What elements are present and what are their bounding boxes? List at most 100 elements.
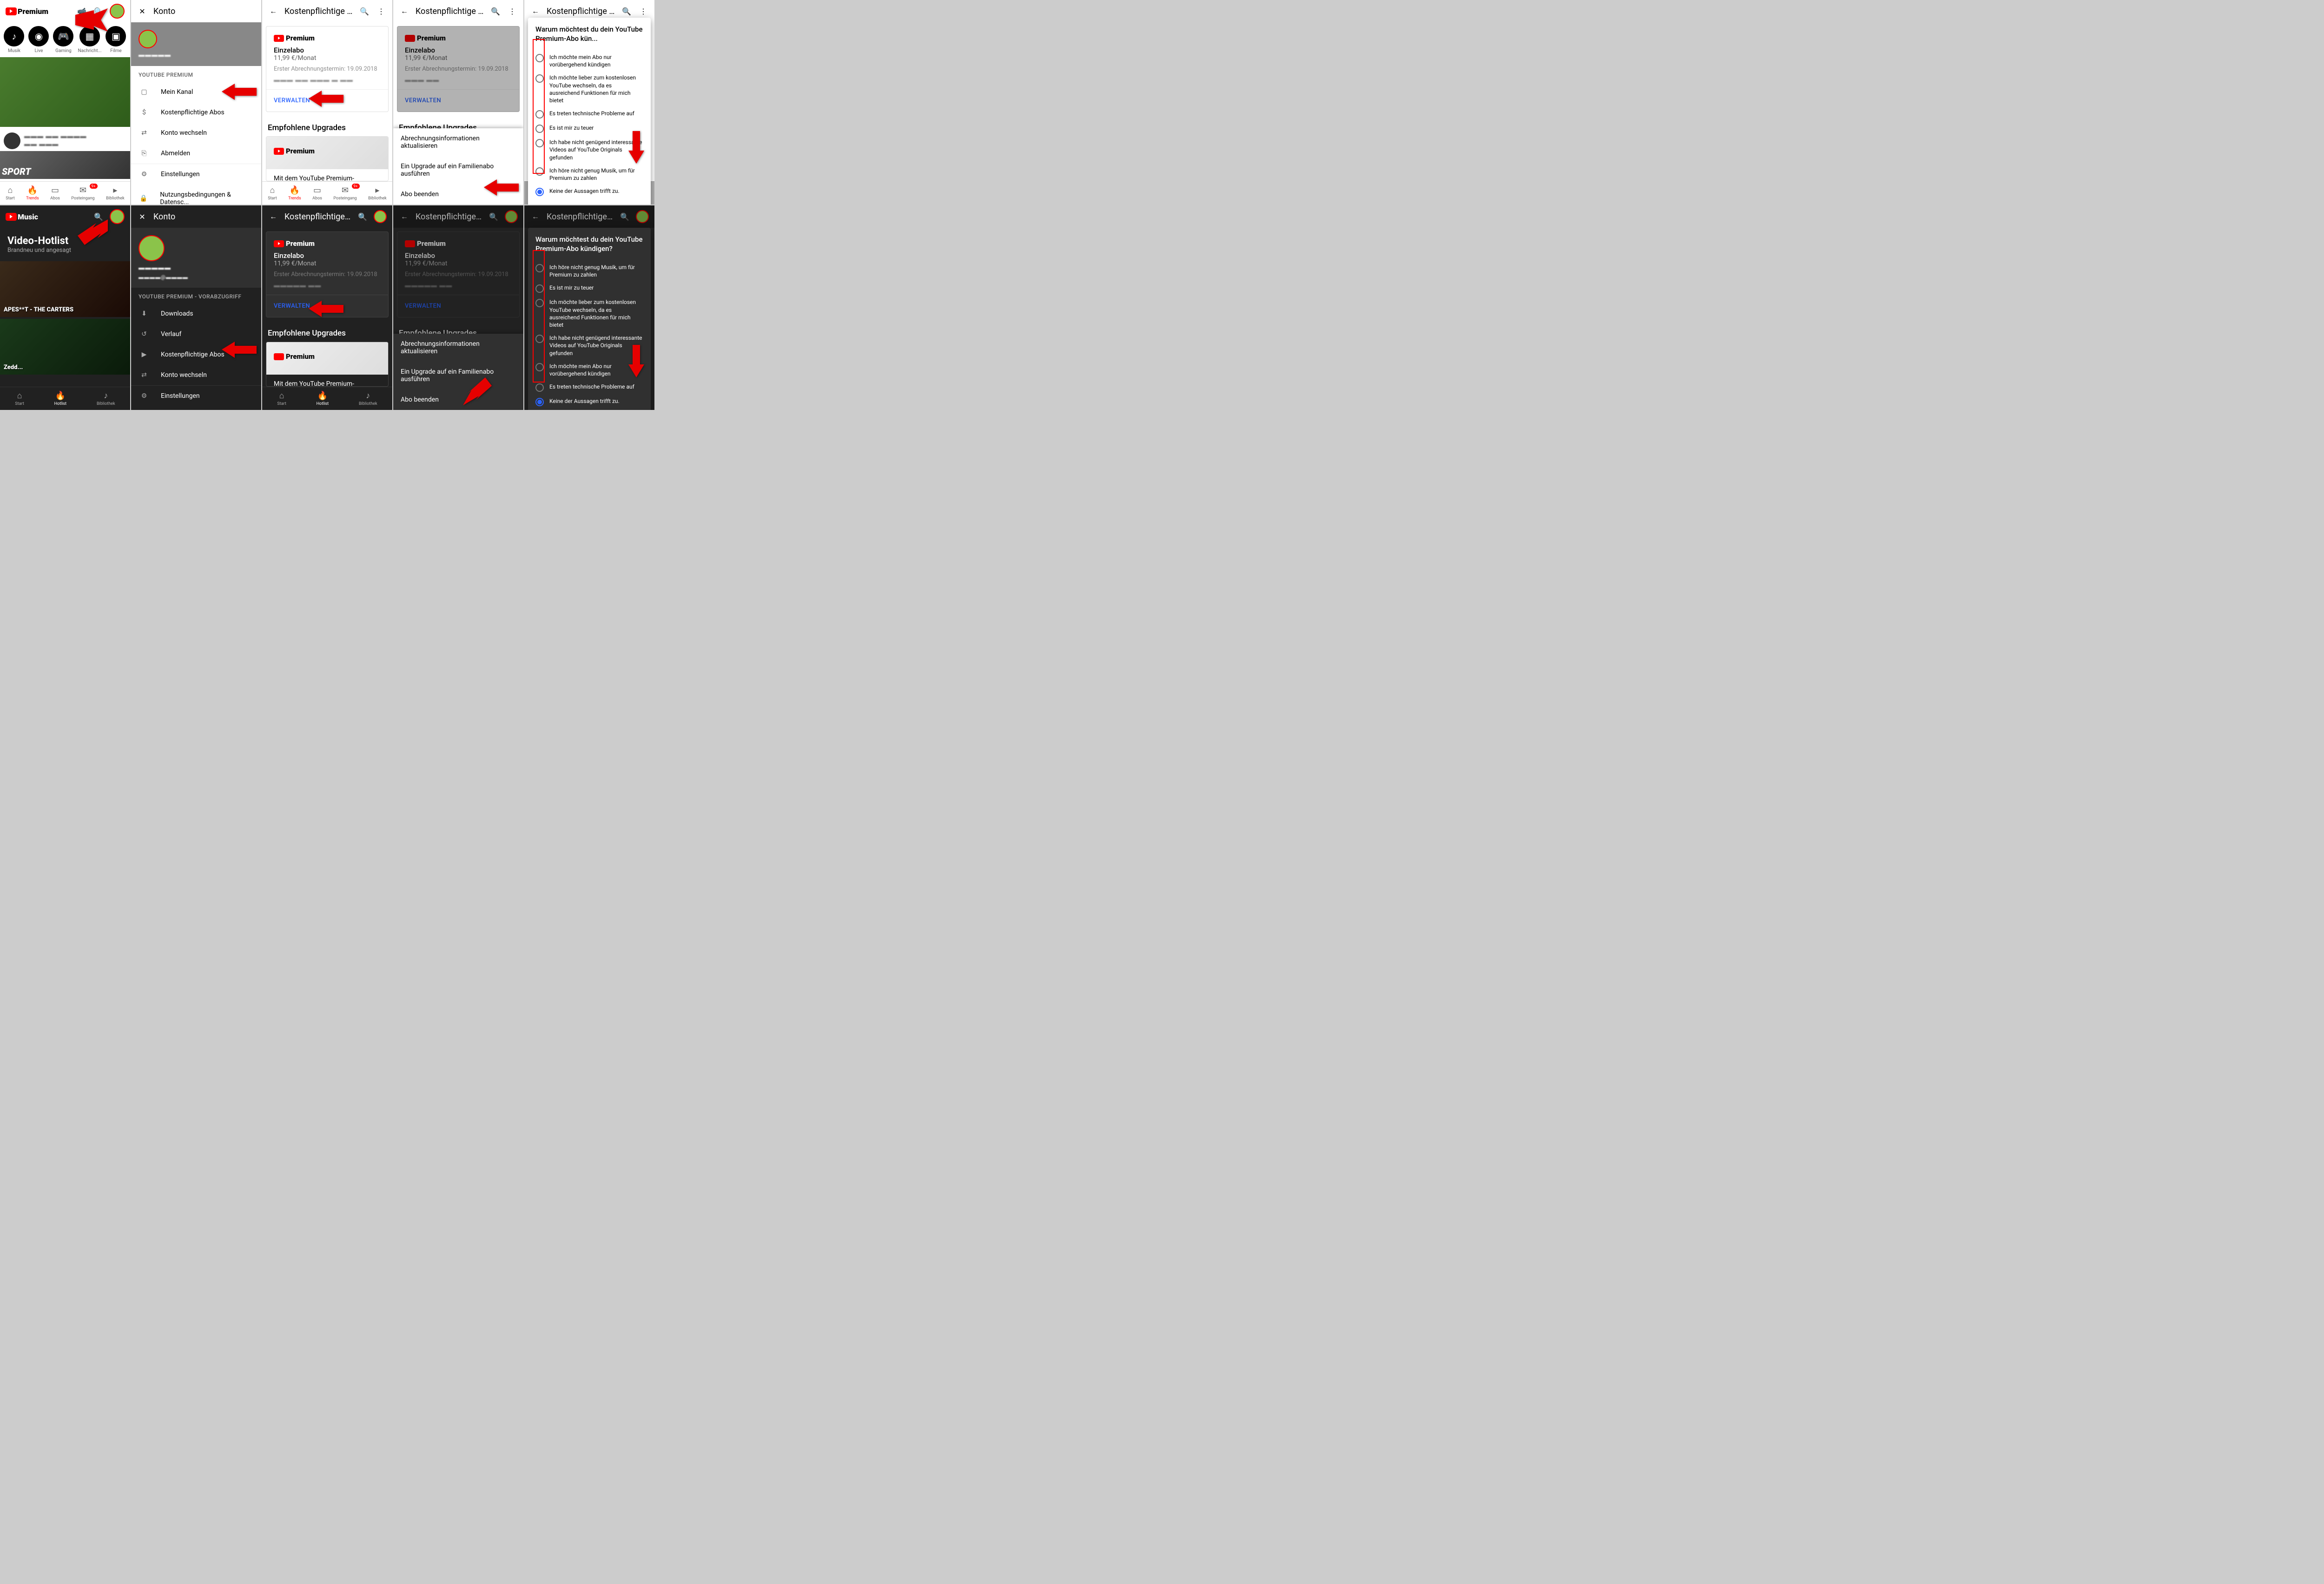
manage-button[interactable]: VERWALTEN <box>274 303 381 310</box>
nav-hotlist[interactable]: 🔥Hotlist <box>54 391 66 406</box>
search-icon[interactable]: 🔍 <box>359 6 370 17</box>
radio-icon[interactable] <box>535 167 544 176</box>
radio-icon[interactable] <box>535 188 544 196</box>
menu-item[interactable]: ⬇Downloads <box>131 304 261 324</box>
close-icon[interactable]: ✕ <box>137 211 148 222</box>
page-title: Konto <box>153 212 256 222</box>
radio-icon[interactable] <box>535 110 544 119</box>
search-icon[interactable]: 🔍 <box>357 211 368 222</box>
chip-gaming[interactable]: 🎮Gaming <box>53 26 73 53</box>
nav-trends[interactable]: 🔥Trends <box>288 185 301 201</box>
feed[interactable]: ▬▬▬ ▬▬ ▬▬▬▬▬▬ ▬▬▬ SPORT <box>0 57 130 181</box>
menu-item[interactable]: ▶Kostenpflichtige Abos <box>131 344 261 365</box>
popup-item[interactable]: Ein Upgrade auf ein Familienabo ausführe… <box>393 156 523 184</box>
radio-option[interactable]: Es ist mir zu teuer <box>535 281 643 296</box>
menu-item[interactable]: $Kostenpflichtige Abos <box>131 102 261 123</box>
menu-item[interactable]: ⇄Konto wechseln <box>131 365 261 385</box>
radio-option[interactable]: Ich möchte mein Abo nur vorübergehend kü… <box>535 360 643 380</box>
account-header[interactable]: ▬▬▬▬▬ ▬▬▬▬@▬▬▬▬ <box>131 228 261 288</box>
video-thumb[interactable]: Zedd... <box>0 319 130 375</box>
radio-option[interactable]: Ich möchte lieber zum kostenlosen YouTub… <box>535 71 643 107</box>
nav-hotlist[interactable]: 🔥Hotlist <box>317 391 329 406</box>
menu-item[interactable]: ⇄Konto wechseln <box>131 123 261 143</box>
nav-bibliothek[interactable]: ▸Bibliothek <box>106 185 125 201</box>
ytmusic-logo[interactable]: Music <box>6 212 38 221</box>
radio-icon[interactable] <box>535 335 544 343</box>
avatar[interactable] <box>110 4 125 19</box>
radio-icon[interactable] <box>535 264 544 272</box>
avatar[interactable] <box>139 30 157 48</box>
upgrade-card[interactable]: Premium Mit dem YouTube Premium-Familien… <box>266 136 389 181</box>
radio-option[interactable]: Keine der Aussagen trifft zu. <box>535 185 643 199</box>
avatar[interactable] <box>139 235 165 261</box>
video-thumb[interactable] <box>0 57 130 127</box>
popup-item[interactable]: Ein Upgrade auf ein Familienabo ausführe… <box>393 362 523 389</box>
menu-item[interactable]: ▢Mein Kanal <box>131 82 261 102</box>
chip-live[interactable]: ◉Live <box>28 26 49 53</box>
popup-item[interactable]: Abrechnungsinformationen aktualisieren <box>393 334 523 362</box>
nav-bibliothek[interactable]: ♪Bibliothek <box>359 391 377 406</box>
nav-bibliothek[interactable]: ▸Bibliothek <box>368 185 387 201</box>
video-thumb[interactable]: APES**T - THE CARTERS <box>0 261 130 317</box>
search-icon[interactable]: 🔍 <box>490 6 501 17</box>
menu-item[interactable]: ↺Verlauf <box>131 324 261 344</box>
search-icon[interactable]: 🔍 <box>93 211 104 222</box>
popup-item[interactable]: Abo beenden <box>393 184 523 205</box>
nav-posteingang[interactable]: ✉Posteingang9+ <box>71 185 94 201</box>
account-header[interactable]: ▬▬▬▬▬ <box>131 22 261 66</box>
radio-option[interactable]: Ich habe nicht genügend interessante Vid… <box>535 331 643 360</box>
radio-option[interactable]: Keine der Aussagen trifft zu. <box>535 395 643 409</box>
back-icon[interactable]: ← <box>268 211 279 222</box>
radio-icon[interactable] <box>535 398 544 406</box>
close-icon[interactable]: ✕ <box>137 6 148 17</box>
nav-start[interactable]: ⌂Start <box>6 185 14 201</box>
radio-icon[interactable] <box>535 125 544 133</box>
radio-icon[interactable] <box>535 139 544 147</box>
youtube-logo[interactable]: Premium <box>6 7 48 16</box>
menu-item[interactable]: ?Hilfe & Feedback <box>131 406 261 410</box>
nav-bibliothek[interactable]: ♪Bibliothek <box>97 391 115 406</box>
cast-icon[interactable]: 📹 <box>76 6 87 17</box>
radio-icon[interactable] <box>535 363 544 371</box>
radio-icon[interactable] <box>535 299 544 307</box>
chip-musik[interactable]: ♪Musik <box>4 26 24 53</box>
avatar[interactable] <box>374 210 387 223</box>
back-icon[interactable]: ← <box>399 6 410 17</box>
radio-option[interactable]: Ich möchte mein Abo nur vorübergehend kü… <box>535 51 643 71</box>
menu-item[interactable]: 🔒Nutzungsbedingungen & Datensc... <box>131 185 261 205</box>
radio-option[interactable]: Ich höre nicht genug Musik, um für Premi… <box>535 164 643 185</box>
nav-abos[interactable]: ▭Abos <box>50 185 60 201</box>
avatar[interactable] <box>110 209 125 224</box>
channel-avatar[interactable] <box>4 132 20 149</box>
manage-button[interactable]: VERWALTEN <box>274 97 381 104</box>
popup-item[interactable]: Abrechnungsinformationen aktualisieren <box>393 128 523 156</box>
menu-item[interactable]: ⎘Abmelden <box>131 143 261 164</box>
search-icon[interactable]: 🔍 <box>93 6 104 17</box>
more-icon[interactable]: ⋮ <box>507 6 518 17</box>
radio-icon[interactable] <box>535 383 544 392</box>
video-thumb[interactable]: SPORT <box>0 151 130 179</box>
menu-item[interactable]: ⚙Einstellungen <box>131 386 261 406</box>
upgrade-card[interactable]: Premium Mit dem YouTube Premium-Familien… <box>266 342 389 387</box>
more-icon[interactable]: ⋮ <box>376 6 387 17</box>
nav-start[interactable]: ⌂Start <box>268 185 277 201</box>
chip-filme[interactable]: ▣Filme <box>106 26 126 53</box>
nav-start[interactable]: ⌂Start <box>15 391 24 406</box>
radio-option[interactable]: Ich habe nicht genügend interessante Vid… <box>535 136 643 164</box>
chip-nachricht...[interactable]: ▦Nachricht... <box>78 26 101 53</box>
radio-icon[interactable] <box>535 54 544 62</box>
nav-posteingang[interactable]: ✉Posteingang9+ <box>333 185 357 201</box>
radio-option[interactable]: Ich möchte lieber zum kostenlosen YouTub… <box>535 296 643 331</box>
radio-icon[interactable] <box>535 284 544 293</box>
radio-option[interactable]: Es treten technische Probleme auf <box>535 380 643 395</box>
popup-item[interactable]: Abo beenden <box>393 389 523 410</box>
radio-icon[interactable] <box>535 74 544 83</box>
menu-item[interactable]: ⚙Einstellungen <box>131 164 261 185</box>
radio-option[interactable]: Es ist mir zu teuer <box>535 121 643 136</box>
nav-abos[interactable]: ▭Abos <box>312 185 322 201</box>
nav-trends[interactable]: 🔥Trends <box>26 185 39 201</box>
back-icon[interactable]: ← <box>268 6 279 17</box>
nav-start[interactable]: ⌂Start <box>277 391 286 406</box>
radio-option[interactable]: Es treten technische Probleme auf <box>535 107 643 121</box>
radio-option[interactable]: Ich höre nicht genug Musik, um für Premi… <box>535 261 643 281</box>
